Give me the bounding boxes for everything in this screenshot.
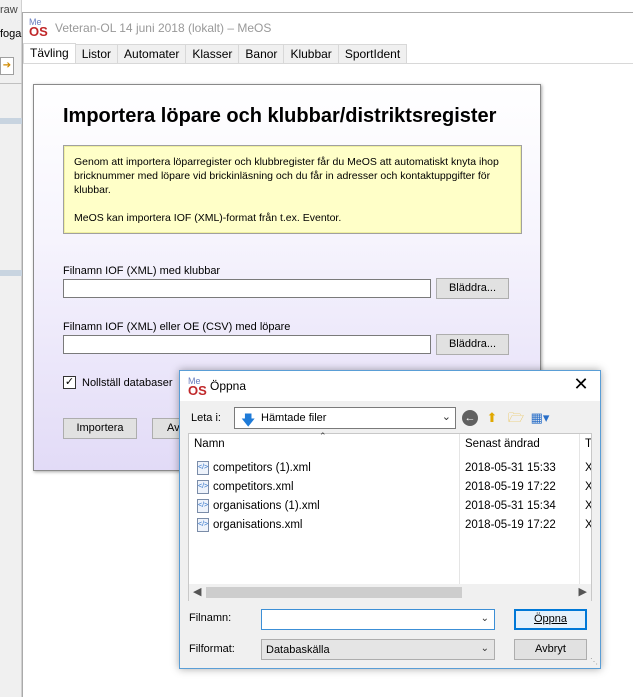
background-app-text: foga <box>0 28 22 40</box>
resize-grip-icon[interactable]: ⋱ <box>590 657 598 666</box>
file-type: XI <box>585 519 591 531</box>
look-in-dropdown[interactable]: 🡇 Hämtade filer ⌄ <box>234 407 456 429</box>
xml-file-icon: </> <box>197 499 209 513</box>
file-modified: 2018-05-19 17:22 <box>465 481 556 493</box>
chevron-down-icon: ⌄ <box>441 411 451 423</box>
tab-divider <box>23 63 633 64</box>
runners-file-label: Filnamn IOF (XML) eller OE (CSV) med löp… <box>63 321 291 333</box>
open-file-dialog: Me OS Öppna ✕ Leta i: 🡇 Hämtade filer ⌄ … <box>179 370 601 669</box>
column-type-header[interactable]: Ty <box>585 438 591 450</box>
file-modified: 2018-05-19 17:22 <box>465 519 556 531</box>
dialog-title: Öppna <box>210 379 247 393</box>
meos-app-icon: Me OS <box>188 376 207 398</box>
browse-runners-button[interactable]: Bläddra... <box>436 334 509 355</box>
column-modified-header[interactable]: Senast ändrad <box>465 438 540 450</box>
chevron-down-icon[interactable]: ⌄ <box>481 613 489 624</box>
navigation-toolbar: ← ⬆ 🗁 ▦▾ <box>462 409 550 427</box>
clubs-file-label: Filnamn IOF (XML) med klubbar <box>63 265 221 277</box>
runners-file-input[interactable] <box>63 335 431 354</box>
file-name: organisations.xml <box>213 519 303 531</box>
sort-arrow-icon: ⌃ <box>319 431 327 441</box>
file-name: competitors.xml <box>213 481 294 493</box>
app-icon-text-bottom: OS <box>29 24 48 39</box>
scrollbar-thumb[interactable] <box>206 587 462 598</box>
tab-banor[interactable]: Banor <box>239 44 285 64</box>
xml-file-icon: </> <box>197 518 209 532</box>
clubs-file-input[interactable] <box>63 279 431 298</box>
up-folder-icon[interactable]: ⬆ <box>482 409 502 427</box>
download-folder-icon: 🡇 <box>241 412 256 428</box>
look-in-label: Leta i: <box>191 412 221 424</box>
file-name: competitors (1).xml <box>213 462 311 474</box>
background-app-text: raw <box>0 4 18 16</box>
background-bar <box>0 118 22 124</box>
filetype-label: Filformat: <box>189 643 235 655</box>
info-box: Genom att importera löparregister och kl… <box>63 145 522 234</box>
title-bar: Me OS Veteran-OL 14 juni 2018 (lokalt) –… <box>23 13 633 43</box>
background-divider <box>0 83 22 84</box>
cancel-button[interactable]: Avbryt <box>514 639 587 660</box>
new-folder-icon[interactable]: 🗁 <box>506 409 526 427</box>
file-list-header: ⌃ Namn Senast ändrad Ty <box>189 431 591 456</box>
close-icon[interactable]: ✕ <box>570 374 592 395</box>
column-name-header[interactable]: Namn <box>194 438 225 450</box>
file-row[interactable]: </> competitors.xml 2018-05-19 17:22 XI <box>189 478 591 497</box>
app-icon-text-bottom: OS <box>188 383 207 398</box>
background-app-strip: raw foga ➔ <box>0 0 22 697</box>
file-row[interactable]: </> organisations (1).xml 2018-05-31 15:… <box>189 497 591 516</box>
file-row[interactable]: </> organisations.xml 2018-05-19 17:22 X… <box>189 516 591 535</box>
filetype-select[interactable]: Databaskälla ⌄ <box>261 639 495 660</box>
dialog-title-bar: Me OS Öppna ✕ <box>180 371 600 401</box>
tab-bar: Tävling Listor Automater Klasser Banor K… <box>23 43 408 64</box>
scroll-left-icon[interactable]: ◀ <box>193 585 201 598</box>
import-button[interactable]: Importera <box>63 418 137 439</box>
tab-tavling[interactable]: Tävling <box>23 43 76 64</box>
back-icon[interactable]: ← <box>462 410 478 426</box>
file-name: organisations (1).xml <box>213 500 320 512</box>
chevron-down-icon: ⌄ <box>480 643 489 654</box>
filename-label: Filnamn: <box>189 612 232 624</box>
file-type: XI <box>585 462 591 474</box>
scroll-right-icon[interactable]: ▶ <box>579 585 587 598</box>
view-menu-icon[interactable]: ▦▾ <box>530 409 550 427</box>
file-type: XI <box>585 500 591 512</box>
filename-input[interactable]: ⌄ <box>261 609 495 630</box>
info-text: MeOS kan importera IOF (XML)-format från… <box>74 212 342 224</box>
reset-databases-checkbox[interactable]: ✓ <box>63 376 76 389</box>
open-button[interactable]: Öppna <box>514 609 587 630</box>
tab-klasser[interactable]: Klasser <box>186 44 240 64</box>
tab-sportident[interactable]: SportIdent <box>338 44 408 64</box>
background-bar <box>0 270 22 276</box>
horizontal-scrollbar[interactable]: ◀ ▶ <box>189 584 591 601</box>
filetype-value: Databaskälla <box>266 644 330 656</box>
window-title: Veteran-OL 14 juni 2018 (lokalt) – MeOS <box>55 21 272 35</box>
reset-databases-label: Nollställ databaser <box>82 377 173 389</box>
info-text: Genom att importera löparregister och kl… <box>74 156 499 196</box>
xml-file-icon: </> <box>197 480 209 494</box>
look-in-value: Hämtade filer <box>261 412 327 424</box>
background-app-arrow-button[interactable]: ➔ <box>0 57 14 75</box>
file-list: ⌃ Namn Senast ändrad Ty </> competitors … <box>188 431 592 601</box>
meos-app-icon: Me OS <box>29 17 48 39</box>
file-row[interactable]: </> competitors (1).xml 2018-05-31 15:33… <box>189 459 591 478</box>
file-modified: 2018-05-31 15:34 <box>465 500 556 512</box>
panel-heading: Importera löpare och klubbar/distriktsre… <box>63 105 497 127</box>
tab-klubbar[interactable]: Klubbar <box>284 44 339 64</box>
file-type: XI <box>585 481 591 493</box>
xml-file-icon: </> <box>197 461 209 475</box>
browse-clubs-button[interactable]: Bläddra... <box>436 278 509 299</box>
tab-listor[interactable]: Listor <box>75 44 119 64</box>
tab-automater[interactable]: Automater <box>118 44 187 64</box>
file-modified: 2018-05-31 15:33 <box>465 462 556 474</box>
